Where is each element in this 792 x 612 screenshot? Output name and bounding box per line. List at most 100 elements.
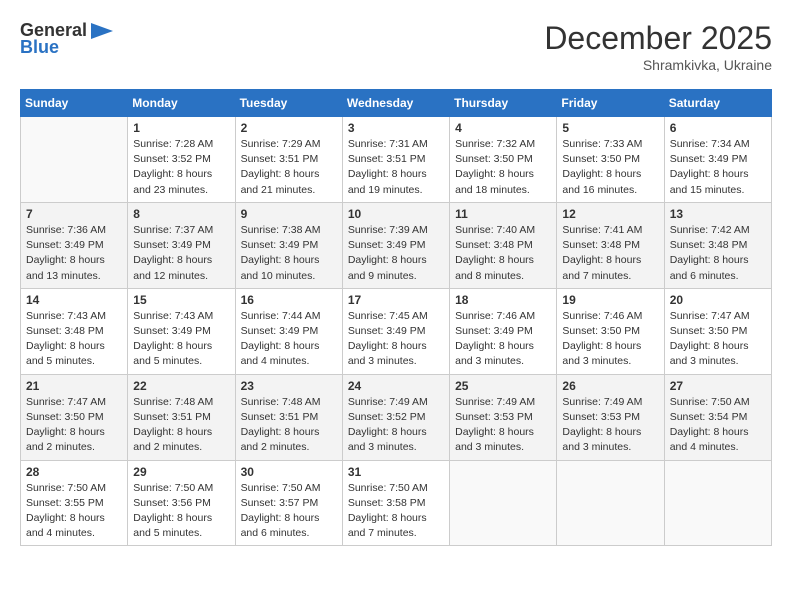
- calendar-cell: 11Sunrise: 7:40 AM Sunset: 3:48 PM Dayli…: [450, 202, 557, 288]
- day-number: 29: [133, 465, 229, 479]
- calendar-cell: 27Sunrise: 7:50 AM Sunset: 3:54 PM Dayli…: [664, 374, 771, 460]
- calendar-week-row: 14 Sunrise: 7:43 AM Sunset: 3:48 PM Dayli…: [21, 288, 772, 374]
- calendar-cell: 18 Sunrise: 7:46 AM Sunset: 3:49 PM Dayli…: [450, 288, 557, 374]
- day-detail: Sunrise: 7:36 AM Sunset: 3:49 PM Dayligh…: [26, 223, 122, 284]
- calendar-week-row: 1 Sunrise: 7:28 AM Sunset: 3:52 PM Daylig…: [21, 117, 772, 203]
- calendar-cell: 20Sunrise: 7:47 AM Sunset: 3:50 PM Dayli…: [664, 288, 771, 374]
- logo: General Blue: [20, 20, 113, 58]
- day-number: 16: [241, 293, 337, 307]
- header-sunday: Sunday: [21, 90, 128, 117]
- day-detail: Sunrise: 7:48 AM Sunset: 3:51 PM Dayligh…: [133, 395, 229, 456]
- header-tuesday: Tuesday: [235, 90, 342, 117]
- day-detail: Sunrise: 7:50 AM Sunset: 3:57 PM Dayligh…: [241, 481, 337, 542]
- header-wednesday: Wednesday: [342, 90, 449, 117]
- header-saturday: Saturday: [664, 90, 771, 117]
- day-detail: Sunrise: 7:47 AM Sunset: 3:50 PM Dayligh…: [26, 395, 122, 456]
- day-detail: Sunrise: 7:49 AM Sunset: 3:52 PM Dayligh…: [348, 395, 444, 456]
- calendar-cell: 25 Sunrise: 7:49 AM Sunset: 3:53 PM Dayli…: [450, 374, 557, 460]
- day-detail: Sunrise: 7:29 AM Sunset: 3:51 PM Dayligh…: [241, 137, 337, 198]
- day-detail: Sunrise: 7:31 AM Sunset: 3:51 PM Dayligh…: [348, 137, 444, 198]
- day-number: 9: [241, 207, 337, 221]
- calendar-cell: 3 Sunrise: 7:31 AM Sunset: 3:51 PM Daylig…: [342, 117, 449, 203]
- day-number: 7: [26, 207, 122, 221]
- day-detail: Sunrise: 7:33 AM Sunset: 3:50 PM Dayligh…: [562, 137, 658, 198]
- logo-blue-text: Blue: [20, 37, 59, 58]
- month-title: December 2025: [544, 20, 772, 57]
- day-detail: Sunrise: 7:34 AM Sunset: 3:49 PM Dayligh…: [670, 137, 766, 198]
- calendar-cell: 8 Sunrise: 7:37 AM Sunset: 3:49 PM Daylig…: [128, 202, 235, 288]
- day-number: 28: [26, 465, 122, 479]
- day-detail: Sunrise: 7:32 AM Sunset: 3:50 PM Dayligh…: [455, 137, 551, 198]
- calendar-table: SundayMondayTuesdayWednesdayThursdayFrid…: [20, 89, 772, 546]
- calendar-cell: 15Sunrise: 7:43 AM Sunset: 3:49 PM Dayli…: [128, 288, 235, 374]
- day-number: 27: [670, 379, 766, 393]
- day-detail: Sunrise: 7:37 AM Sunset: 3:49 PM Dayligh…: [133, 223, 229, 284]
- logo-flag-icon: [91, 23, 113, 39]
- day-number: 20: [670, 293, 766, 307]
- calendar-cell: 17Sunrise: 7:45 AM Sunset: 3:49 PM Dayli…: [342, 288, 449, 374]
- day-detail: Sunrise: 7:50 AM Sunset: 3:55 PM Dayligh…: [26, 481, 122, 542]
- calendar-cell: 29Sunrise: 7:50 AM Sunset: 3:56 PM Dayli…: [128, 460, 235, 546]
- day-number: 23: [241, 379, 337, 393]
- calendar-cell: 7 Sunrise: 7:36 AM Sunset: 3:49 PM Daylig…: [21, 202, 128, 288]
- day-number: 26: [562, 379, 658, 393]
- calendar-cell: 28 Sunrise: 7:50 AM Sunset: 3:55 PM Dayli…: [21, 460, 128, 546]
- day-number: 10: [348, 207, 444, 221]
- calendar-cell: 19Sunrise: 7:46 AM Sunset: 3:50 PM Dayli…: [557, 288, 664, 374]
- day-detail: Sunrise: 7:38 AM Sunset: 3:49 PM Dayligh…: [241, 223, 337, 284]
- day-detail: Sunrise: 7:39 AM Sunset: 3:49 PM Dayligh…: [348, 223, 444, 284]
- day-number: 2: [241, 121, 337, 135]
- day-detail: Sunrise: 7:45 AM Sunset: 3:49 PM Dayligh…: [348, 309, 444, 370]
- calendar-cell: 30 Sunrise: 7:50 AM Sunset: 3:57 PM Dayli…: [235, 460, 342, 546]
- day-number: 31: [348, 465, 444, 479]
- calendar-cell: 2 Sunrise: 7:29 AM Sunset: 3:51 PM Daylig…: [235, 117, 342, 203]
- day-number: 22: [133, 379, 229, 393]
- calendar-cell: 21 Sunrise: 7:47 AM Sunset: 3:50 PM Dayli…: [21, 374, 128, 460]
- day-number: 19: [562, 293, 658, 307]
- calendar-cell: 14 Sunrise: 7:43 AM Sunset: 3:48 PM Dayli…: [21, 288, 128, 374]
- header-friday: Friday: [557, 90, 664, 117]
- calendar-week-row: 28 Sunrise: 7:50 AM Sunset: 3:55 PM Dayli…: [21, 460, 772, 546]
- day-detail: Sunrise: 7:49 AM Sunset: 3:53 PM Dayligh…: [455, 395, 551, 456]
- calendar-cell: 12 Sunrise: 7:41 AM Sunset: 3:48 PM Dayli…: [557, 202, 664, 288]
- header-monday: Monday: [128, 90, 235, 117]
- day-detail: Sunrise: 7:41 AM Sunset: 3:48 PM Dayligh…: [562, 223, 658, 284]
- calendar-cell: 5 Sunrise: 7:33 AM Sunset: 3:50 PM Daylig…: [557, 117, 664, 203]
- day-detail: Sunrise: 7:50 AM Sunset: 3:58 PM Dayligh…: [348, 481, 444, 542]
- day-detail: Sunrise: 7:43 AM Sunset: 3:48 PM Dayligh…: [26, 309, 122, 370]
- day-number: 13: [670, 207, 766, 221]
- day-detail: Sunrise: 7:49 AM Sunset: 3:53 PM Dayligh…: [562, 395, 658, 456]
- day-number: 25: [455, 379, 551, 393]
- day-detail: Sunrise: 7:48 AM Sunset: 3:51 PM Dayligh…: [241, 395, 337, 456]
- day-number: 24: [348, 379, 444, 393]
- calendar-cell: 9 Sunrise: 7:38 AM Sunset: 3:49 PM Daylig…: [235, 202, 342, 288]
- day-number: 14: [26, 293, 122, 307]
- calendar-cell: 22 Sunrise: 7:48 AM Sunset: 3:51 PM Dayli…: [128, 374, 235, 460]
- calendar-cell: 4Sunrise: 7:32 AM Sunset: 3:50 PM Daylig…: [450, 117, 557, 203]
- calendar-header-row: SundayMondayTuesdayWednesdayThursdayFrid…: [21, 90, 772, 117]
- calendar-cell: 13Sunrise: 7:42 AM Sunset: 3:48 PM Dayli…: [664, 202, 771, 288]
- day-number: 30: [241, 465, 337, 479]
- day-number: 12: [562, 207, 658, 221]
- calendar-cell: 24 Sunrise: 7:49 AM Sunset: 3:52 PM Dayli…: [342, 374, 449, 460]
- day-number: 5: [562, 121, 658, 135]
- calendar-cell: 16 Sunrise: 7:44 AM Sunset: 3:49 PM Dayli…: [235, 288, 342, 374]
- calendar-cell: 6Sunrise: 7:34 AM Sunset: 3:49 PM Daylig…: [664, 117, 771, 203]
- day-detail: Sunrise: 7:28 AM Sunset: 3:52 PM Dayligh…: [133, 137, 229, 198]
- page-header: General Blue December 2025 Shramkivka, U…: [20, 20, 772, 73]
- calendar-cell: 31 Sunrise: 7:50 AM Sunset: 3:58 PM Dayli…: [342, 460, 449, 546]
- day-number: 1: [133, 121, 229, 135]
- day-number: 8: [133, 207, 229, 221]
- calendar-cell: 26 Sunrise: 7:49 AM Sunset: 3:53 PM Dayli…: [557, 374, 664, 460]
- day-detail: Sunrise: 7:46 AM Sunset: 3:49 PM Dayligh…: [455, 309, 551, 370]
- day-number: 21: [26, 379, 122, 393]
- day-number: 3: [348, 121, 444, 135]
- day-number: 18: [455, 293, 551, 307]
- calendar-cell: [557, 460, 664, 546]
- day-detail: Sunrise: 7:44 AM Sunset: 3:49 PM Dayligh…: [241, 309, 337, 370]
- day-detail: Sunrise: 7:40 AM Sunset: 3:48 PM Dayligh…: [455, 223, 551, 284]
- calendar-cell: 23 Sunrise: 7:48 AM Sunset: 3:51 PM Dayli…: [235, 374, 342, 460]
- calendar-week-row: 21 Sunrise: 7:47 AM Sunset: 3:50 PM Dayli…: [21, 374, 772, 460]
- calendar-cell: [664, 460, 771, 546]
- header-thursday: Thursday: [450, 90, 557, 117]
